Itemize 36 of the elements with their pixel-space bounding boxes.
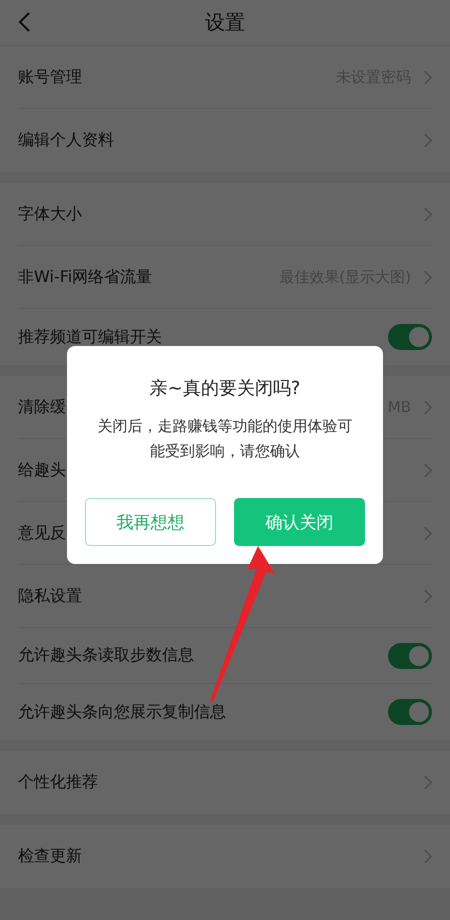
chevron-right-icon [423,70,432,84]
chevron-right-icon [423,270,432,284]
row-label: 允许趣头条向您展示复制信息 [18,702,226,722]
row-label: 编辑个人资料 [18,130,114,151]
cancel-button[interactable]: 我再想想 [85,498,216,546]
row-label: 给趣头 [18,460,66,480]
toggle-switch[interactable] [388,699,432,725]
toggle-switch[interactable] [388,324,432,350]
row-label: 非Wi-Fi网络省流量 [18,266,152,288]
chevron-right-icon [423,775,432,790]
chevron-right-icon [423,206,432,222]
chevron-right-icon [423,462,432,478]
row-label: 清除缓 [18,396,66,418]
row-label: 推荐频道可编辑开关 [18,326,162,348]
chevron-right-icon [423,133,432,148]
dialog-title: 亲~真的要关闭吗? [150,377,300,400]
toggle-switch[interactable] [388,642,432,668]
row-label: 账号管理 [18,66,82,88]
settings-row[interactable]: 字体大小 [18,183,432,246]
confirm-button[interactable]: 确认关闭 [234,498,365,546]
back-icon[interactable] [18,12,30,32]
chevron-right-icon [423,400,432,414]
chevron-right-icon [423,849,432,864]
row-label: 个性化推荐 [18,772,98,793]
settings-row[interactable]: 推荐频道可编辑开关 [18,309,432,365]
chevron-right-icon [423,526,432,540]
row-label: 隐私设置 [18,586,82,606]
row-label: 允许趣头条读取步数信息 [18,645,194,666]
settings-row[interactable]: 编辑个人资料 [18,109,432,172]
row-label: 字体大小 [18,204,82,224]
settings-row[interactable]: 允许趣头条向您展示复制信息 [18,684,432,740]
dialog-message: 关闭后，走路赚钱等功能的使用体验可能受到影响，请您确认 [96,416,354,462]
row-label: 意见反 [18,522,66,544]
page-title: 设置 [205,9,245,36]
row-label: 检查更新 [18,846,82,867]
chevron-right-icon [423,588,432,604]
